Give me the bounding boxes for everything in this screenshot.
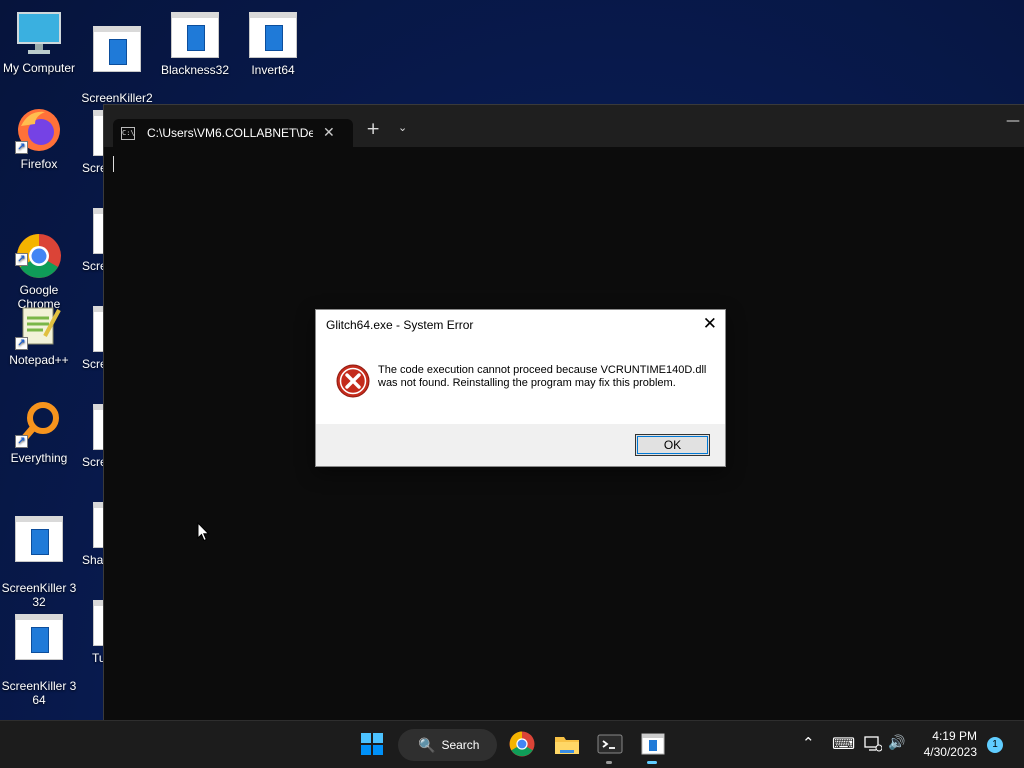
minimize-button[interactable]: —	[1006, 113, 1020, 129]
chevron-down-icon[interactable]: ⌄	[398, 121, 407, 134]
folder-icon	[555, 737, 579, 754]
file-icon	[93, 26, 141, 74]
desktop-icon-blackness32[interactable]: Blackness32	[156, 12, 234, 77]
tray-overflow-icon[interactable]: ⌃	[802, 734, 815, 768]
everything-icon: ↗	[15, 400, 63, 448]
shortcut-arrow-icon: ↗	[15, 253, 28, 266]
taskbar-clock[interactable]: 4:19 PM 4/30/2023	[924, 728, 977, 760]
desktop-icon-label: Notepad++	[9, 353, 69, 367]
desktop-icon-label: My Computer	[2, 61, 76, 75]
active-indicator	[647, 761, 657, 764]
tab-title: C:\Users\VM6.COLLABNET\De	[147, 126, 313, 140]
dialog-title: Glitch64.exe - System Error	[326, 318, 474, 332]
taskbar-search[interactable]: 🔍 Search	[398, 729, 497, 761]
ok-button[interactable]: OK	[635, 434, 710, 456]
desktop-icon-label: Blackness32	[160, 63, 230, 77]
tab-close-icon[interactable]: ✕	[323, 125, 335, 141]
dialog-footer: OK	[316, 424, 725, 466]
shortcut-arrow-icon: ↗	[15, 435, 28, 448]
notepadpp-icon: ↗	[15, 302, 63, 350]
network-icon[interactable]	[864, 736, 883, 768]
system-error-dialog: Glitch64.exe - System Error ✕ The code e…	[315, 309, 726, 467]
shortcut-arrow-icon: ↗	[15, 141, 28, 154]
windows-start-icon	[361, 733, 383, 755]
file-icon	[171, 12, 219, 60]
taskbar-chrome[interactable]	[507, 729, 537, 759]
taskbar-glitch64[interactable]	[638, 729, 668, 764]
running-indicator	[606, 761, 612, 764]
terminal-icon: C:\	[121, 126, 135, 140]
search-label: Search	[441, 738, 480, 752]
taskbar-file-explorer[interactable]	[552, 729, 582, 759]
desktop-icon-label: ScreenKiller 3 64	[1, 679, 77, 707]
file-icon	[15, 516, 63, 564]
desktop-icon-label: Everything	[10, 451, 68, 465]
new-tab-button[interactable]: +	[366, 119, 380, 139]
monitor-icon	[15, 10, 63, 58]
desktop-icon-notepadpp[interactable]: ↗ Notepad++	[0, 302, 78, 367]
desktop-icon-label: Firefox	[20, 157, 58, 171]
terminal-icon	[597, 734, 623, 754]
firefox-icon: ↗	[15, 106, 63, 154]
shortcut-arrow-icon: ↗	[15, 337, 28, 350]
desktop-icon-everything[interactable]: ↗ Everything	[0, 400, 78, 465]
text-cursor	[113, 156, 114, 172]
desktop-icon-my-computer[interactable]: My Computer	[0, 10, 78, 75]
clock-time: 4:19 PM	[932, 729, 977, 743]
clock-date: 4/30/2023	[923, 745, 977, 759]
volume-icon[interactable]: 🔊	[888, 735, 905, 768]
taskbar-terminal[interactable]	[595, 729, 625, 764]
dialog-message-area: The code execution cannot proceed becaus…	[316, 342, 725, 426]
file-icon	[15, 614, 63, 662]
start-button[interactable]	[357, 729, 387, 759]
taskbar: 🔍 Search ⌃ ⌨ 🔊 4:19 PM 4/30/2023 1	[0, 720, 1024, 768]
chrome-icon: ↗	[15, 218, 63, 278]
desktop-icon-firefox[interactable]: ↗ Firefox	[0, 106, 78, 171]
mouse-pointer-icon	[197, 522, 210, 542]
terminal-titlebar[interactable]: C:\ C:\Users\VM6.COLLABNET\De ✕ + ⌄ —	[104, 105, 1024, 147]
dialog-close-button[interactable]: ✕	[703, 315, 717, 333]
error-icon	[336, 364, 370, 398]
file-icon	[249, 12, 297, 60]
desktop-icon-label: Invert64	[251, 63, 295, 77]
desktop-icon-invert64[interactable]: Invert64	[234, 12, 312, 77]
dialog-message: The code execution cannot proceed becaus…	[378, 364, 707, 389]
desktop-icon-screenkiller3-64[interactable]: ScreenKiller 3 64	[0, 600, 78, 721]
terminal-tab[interactable]: C:\ C:\Users\VM6.COLLABNET\De ✕	[113, 119, 353, 147]
window-app-icon	[641, 733, 665, 755]
search-icon: 🔍	[418, 736, 436, 753]
chrome-icon	[509, 731, 535, 757]
keyboard-icon[interactable]: ⌨	[832, 734, 855, 768]
notification-badge[interactable]: 1	[987, 737, 1003, 753]
